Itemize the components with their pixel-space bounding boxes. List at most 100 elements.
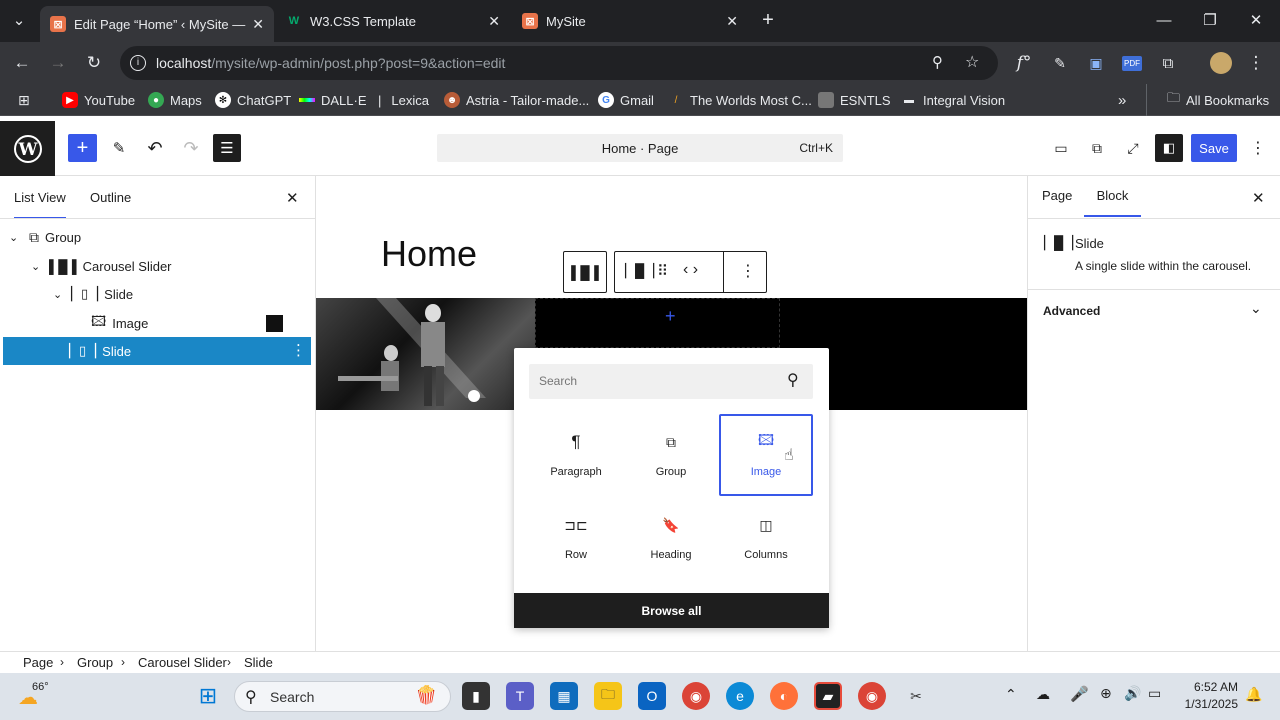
bookmark-astria[interactable]: ☻ Astria - Tailor-made...	[444, 84, 589, 116]
onedrive-icon[interactable]: ☁	[1036, 686, 1050, 703]
tab-edit-page[interactable]: ⊠ Edit Page “Home” ‹ MySite — W ✕	[40, 6, 274, 42]
more-options-icon[interactable]: ⋮	[740, 261, 756, 281]
bookmark-esntls[interactable]: ESNTLS	[818, 84, 891, 116]
parent-carousel-icon[interactable]: ▌█▐	[563, 251, 607, 293]
store-icon[interactable]: ▦	[550, 682, 578, 710]
save-extension-icon[interactable]: ▣	[1080, 42, 1112, 84]
block-columns[interactable]: ◫ Columns	[719, 497, 813, 579]
close-window-button[interactable]: ✕	[1233, 0, 1279, 40]
preview-desktop-icon[interactable]: ▭	[1050, 134, 1072, 162]
bookmark-worlds-most[interactable]: / The Worlds Most C...	[668, 84, 812, 116]
bookmark-dalle[interactable]: DALL·E	[299, 84, 367, 116]
collapse-chevron-icon[interactable]: ⌄	[9, 231, 23, 244]
options-menu-icon[interactable]: ⋮	[1248, 134, 1268, 162]
eyedropper-extension-icon[interactable]: ✎	[1044, 42, 1076, 84]
close-tab-icon[interactable]: ✕	[488, 13, 500, 30]
settings-sidebar-icon[interactable]: ◧	[1155, 134, 1183, 162]
bookmark-chatgpt[interactable]: ✻ ChatGPT	[215, 84, 291, 116]
move-arrows-icon[interactable]: ‹ ›	[683, 261, 698, 279]
tree-item-carousel-slider[interactable]: ⌄ ▌█▐ Carousel Slider	[3, 252, 311, 280]
page-title[interactable]: Home	[381, 233, 477, 275]
block-image[interactable]: 🖾 Image	[719, 414, 813, 496]
tools-pencil-icon[interactable]: ✎	[108, 134, 130, 162]
undo-icon[interactable]: ↶	[144, 134, 166, 162]
redo-icon[interactable]: ↷	[180, 134, 202, 162]
view-page-external-icon[interactable]: ⧉	[1086, 134, 1108, 162]
restore-button[interactable]: ❐	[1187, 0, 1233, 40]
pdf-extension-icon[interactable]: PDF	[1116, 42, 1148, 84]
clock-time[interactable]: 6:52 AM	[1188, 680, 1238, 694]
collapse-chevron-icon[interactable]: ⌄	[31, 260, 45, 273]
tree-item-slide[interactable]: ⌄ ▏▯▕ Slide	[3, 280, 311, 308]
reload-icon[interactable]: ↻	[78, 42, 110, 84]
notifications-icon[interactable]: 🔔	[1245, 686, 1262, 703]
document-overview-icon[interactable]: ☰	[213, 134, 241, 162]
bookmark-maps[interactable]: ● Maps	[148, 84, 202, 116]
chrome-menu-icon[interactable]: ⋮	[1240, 42, 1272, 84]
chrome-active-icon[interactable]: ◉	[858, 682, 886, 710]
browse-all-button[interactable]: Browse all	[514, 593, 829, 628]
chrome-taskbar-icon[interactable]: ◉	[682, 682, 710, 710]
volume-icon[interactable]: 🔊	[1124, 685, 1141, 702]
bookmark-gmail[interactable]: G Gmail	[598, 84, 654, 116]
tab-list-view[interactable]: List View	[14, 176, 66, 219]
minimize-button[interactable]: —	[1141, 0, 1187, 40]
block-heading[interactable]: 🔖 Heading	[624, 497, 718, 579]
breadcrumb-slide[interactable]: Slide	[244, 655, 273, 670]
show-hidden-icons-chevron[interactable]: ⌃	[1005, 686, 1017, 703]
teams-icon[interactable]: T	[506, 682, 534, 710]
block-group[interactable]: ⧉ Group	[624, 414, 718, 496]
microphone-icon[interactable]: 🎤	[1070, 685, 1089, 703]
tree-item-slide-selected[interactable]: ▏▯▕ Slide ⋮	[3, 337, 311, 365]
close-sidebar-icon[interactable]: ✕	[1252, 189, 1265, 207]
task-view-icon[interactable]: ▮	[462, 682, 490, 710]
collapse-chevron-icon[interactable]: ⌄	[53, 288, 67, 301]
command-palette-bar[interactable]: Home · Page Ctrl+K	[437, 134, 843, 162]
advanced-panel-toggle[interactable]: Advanced ⌄	[1028, 290, 1280, 330]
extensions-icon[interactable]: ⧉	[1152, 42, 1184, 84]
more-bookmarks-icon[interactable]: »	[1118, 84, 1126, 116]
block-paragraph[interactable]: ¶ Paragraph	[529, 414, 623, 496]
block-inserter-toggle[interactable]: +	[68, 134, 97, 162]
tab-block[interactable]: Block	[1084, 174, 1141, 217]
tab-w3css[interactable]: W W3.CSS Template ✕	[276, 0, 510, 42]
wordpress-logo-icon[interactable]: W	[0, 121, 55, 176]
outlook-icon[interactable]: O	[638, 682, 666, 710]
address-bar[interactable]: i localhost/mysite/wp-admin/post.php?pos…	[120, 46, 998, 80]
firefox-icon[interactable]: ◐	[770, 682, 798, 710]
edge-icon[interactable]: e	[726, 682, 754, 710]
drag-handle-icon[interactable]: ⠿	[657, 262, 668, 280]
block-row[interactable]: ⊐⊏ Row	[529, 497, 623, 579]
close-tab-icon[interactable]: ✕	[726, 13, 738, 30]
tree-item-group[interactable]: ⌄ ⧉ Group	[3, 223, 311, 251]
zoom-icon[interactable]: ⚲	[932, 46, 943, 80]
bookmark-youtube[interactable]: ▶ YouTube	[62, 84, 135, 116]
block-options-icon[interactable]: ⋮	[291, 341, 306, 359]
bookmark-star-icon[interactable]: ☆	[965, 46, 979, 80]
apps-grid-icon[interactable]: ⊞	[18, 84, 30, 116]
tab-outline[interactable]: Outline	[90, 176, 131, 219]
windows-start-icon[interactable]: ⊞	[194, 682, 222, 710]
site-info-icon[interactable]: i	[130, 55, 146, 71]
breadcrumb-page[interactable]: Page	[23, 655, 53, 670]
taskbar-search[interactable]: ⚲ Search 🍿	[234, 681, 451, 712]
tab-page[interactable]: Page	[1042, 174, 1072, 217]
profile-avatar[interactable]	[1205, 42, 1237, 84]
battery-icon[interactable]: ▭	[1148, 685, 1161, 702]
forward-icon[interactable]: →	[42, 42, 74, 84]
file-explorer-icon[interactable]: 🗀	[594, 682, 622, 710]
block-search-field[interactable]: Search ⚲	[529, 364, 813, 399]
formula-extension-icon[interactable]: f°	[1008, 42, 1040, 84]
back-icon[interactable]: ←	[6, 42, 38, 84]
network-icon[interactable]: ⊕	[1100, 685, 1112, 702]
tree-item-image[interactable]: 🖾 Image	[3, 309, 311, 337]
breadcrumb-carousel-slider[interactable]: Carousel Slider	[138, 655, 227, 670]
bookmark-lexica[interactable]: | Lexica	[378, 84, 429, 116]
breadcrumb-group[interactable]: Group	[77, 655, 113, 670]
slide-block-icon[interactable]: ▏█▕	[625, 263, 654, 279]
save-button[interactable]: Save	[1191, 134, 1237, 162]
close-tab-icon[interactable]: ✕	[252, 16, 264, 33]
slide-image[interactable]	[316, 298, 535, 410]
snipping-tool-icon[interactable]: ✂	[902, 682, 930, 710]
slide-placeholder[interactable]	[535, 298, 780, 348]
